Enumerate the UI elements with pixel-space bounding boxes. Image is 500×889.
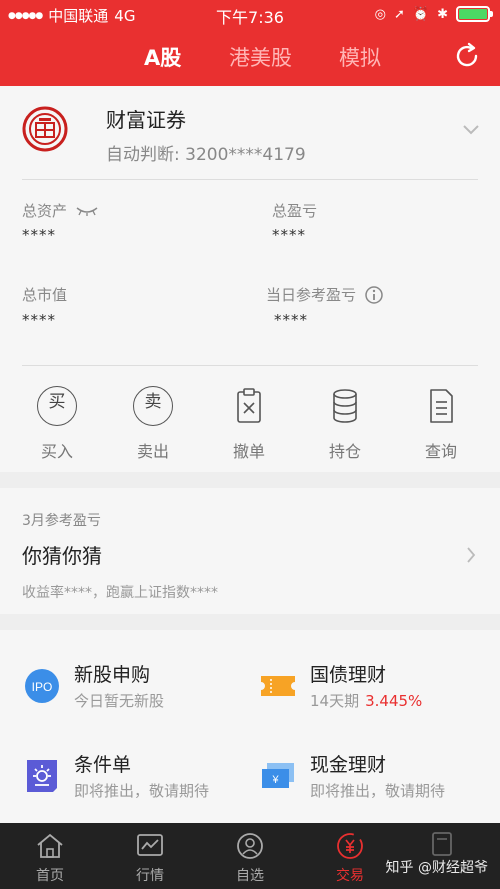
battery-fill	[459, 9, 487, 19]
home-icon	[37, 833, 63, 858]
bond-term: 14天期	[310, 692, 360, 710]
ipo-icon-text: IPO	[32, 680, 53, 694]
account-card: 财富证券 自动判断: 3200****4179 总资产 **** 总盈亏 ***…	[0, 86, 500, 472]
alarm-icon: ⏰	[412, 6, 430, 22]
total-profit-label: 总盈亏	[272, 200, 317, 221]
battery-icon	[456, 6, 493, 22]
cash-management-desc: 即将推出，敬请期待	[310, 782, 446, 800]
user-icon	[237, 833, 263, 859]
cash-card-icon: ¥	[262, 763, 294, 788]
divider	[22, 365, 478, 366]
ticket-icon	[261, 676, 295, 696]
market-value-value: ****	[22, 311, 56, 329]
location-icon: ➚	[394, 6, 405, 22]
conditional-order-desc: 即将推出，敬请期待	[74, 782, 210, 800]
bond-rate: 3.445%	[365, 692, 423, 710]
monthly-profit-card[interactable]: 3月参考盈亏 你猜你猜 收益率****，跑赢上证指数****	[0, 488, 500, 614]
nav-trade-label: 交易	[336, 868, 364, 884]
services-grid: IPO 新股申购 今日暂无新股 国债理财 14天期 3.445% 条件单 即将推出…	[0, 630, 500, 823]
refresh-icon[interactable]	[452, 41, 482, 71]
lock-rotation-icon: ◎	[374, 6, 386, 22]
total-profit-value: ****	[272, 226, 306, 244]
tab-a-shares[interactable]: A股	[144, 42, 181, 72]
buy-label: 买入	[40, 442, 73, 461]
ipo-icon: IPO	[25, 669, 59, 703]
query-label: 查询	[424, 442, 457, 461]
account-number: 自动判断: 3200****4179	[106, 145, 306, 165]
daily-profit-label: 当日参考盈亏	[266, 284, 384, 305]
positions-button[interactable]: 持仓	[297, 386, 393, 462]
nav-market[interactable]: 行情	[110, 831, 190, 885]
nav-home[interactable]: 首页	[10, 831, 90, 885]
cash-card-icon-text: ¥	[271, 774, 279, 786]
chevron-right-icon	[467, 547, 476, 563]
market-value-label-text: 总市值	[22, 286, 68, 304]
ipo-subscription-item[interactable]: IPO 新股申购 今日暂无新股	[24, 660, 244, 720]
broker-name: 财富证券	[106, 108, 186, 132]
nav-market-label: 行情	[136, 868, 164, 884]
nav-watchlist[interactable]: 自选	[210, 831, 290, 885]
cancel-order-button[interactable]: 撤单	[201, 386, 297, 462]
sell-icon: 卖	[133, 386, 173, 426]
nav-home-label: 首页	[36, 868, 64, 884]
broker-logo	[22, 106, 68, 152]
cash-management-title: 现金理财	[310, 754, 387, 776]
nav-extra[interactable]	[412, 829, 472, 859]
watermark: 知乎 @财经超爷	[385, 860, 488, 876]
document-icon	[430, 389, 453, 423]
chevron-down-icon[interactable]	[462, 124, 480, 136]
total-profit-label-text: 总盈亏	[272, 202, 318, 220]
positions-label: 持仓	[328, 442, 361, 461]
nav-trade[interactable]: 交易	[310, 831, 390, 885]
tab-simulation[interactable]: 模拟	[339, 42, 381, 72]
buy-icon: 买	[37, 386, 77, 426]
document-icon	[432, 832, 452, 856]
sell-label: 卖出	[136, 442, 169, 461]
cancel-order-label: 撤单	[232, 442, 265, 461]
sell-button[interactable]: 卖 卖出	[105, 386, 201, 462]
nav-watchlist-label: 自选	[236, 868, 264, 884]
daily-profit-value: ****	[274, 311, 308, 329]
top-nav: A股 港美股 模拟	[0, 28, 500, 86]
chart-icon	[137, 834, 163, 856]
bond-title: 国债理财	[310, 664, 387, 686]
total-assets-label-text: 总资产	[22, 202, 68, 220]
eye-closed-icon[interactable]	[75, 205, 99, 217]
total-assets-label: 总资产	[22, 200, 99, 221]
total-assets-value: ****	[22, 226, 56, 244]
bond-desc: 14天期 3.445%	[310, 690, 422, 711]
buy-button[interactable]: 买 买入	[9, 386, 105, 462]
sun-note-icon	[27, 760, 57, 792]
monthly-profit-subtitle: 3月参考盈亏	[22, 513, 101, 529]
cancel-order-icon	[237, 388, 261, 423]
database-icon	[333, 389, 357, 423]
market-value-label: 总市值	[22, 284, 67, 305]
bond-item[interactable]: 国债理财 14天期 3.445%	[260, 660, 490, 720]
daily-profit-label-text: 当日参考盈亏	[266, 286, 357, 304]
bottom-nav: 首页 行情 自选 交易 知乎 @财经超爷	[0, 823, 500, 889]
conditional-order-item[interactable]: 条件单 即将推出，敬请期待	[24, 750, 244, 810]
divider	[22, 179, 478, 180]
query-button[interactable]: 查询	[393, 386, 489, 462]
yuan-coin-icon	[337, 833, 363, 859]
monthly-profit-headline: 你猜你猜	[22, 544, 102, 568]
conditional-order-title: 条件单	[74, 754, 132, 776]
cash-management-item[interactable]: ¥ 现金理财 即将推出，敬请期待	[260, 750, 490, 810]
ipo-desc: 今日暂无新股	[74, 692, 165, 710]
status-bar: ●●●●● 中国联通 4G 下午7:36 ◎ ➚ ⏰ ✱	[0, 0, 500, 28]
info-icon[interactable]	[364, 285, 384, 305]
tab-hk-us[interactable]: 港美股	[229, 42, 292, 72]
ipo-title: 新股申购	[74, 664, 151, 686]
bluetooth-icon: ✱	[437, 6, 448, 22]
status-right: ◎ ➚ ⏰ ✱	[374, 6, 493, 22]
monthly-profit-note: 收益率****，跑赢上证指数****	[22, 585, 218, 601]
